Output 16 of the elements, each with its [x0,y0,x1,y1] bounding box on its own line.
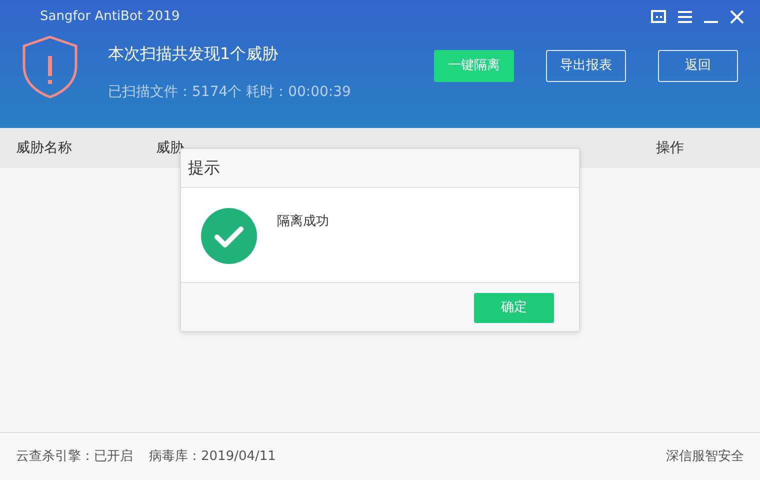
close-icon[interactable] [728,8,746,26]
scan-details: 已扫描文件：5174个 耗时：00:00:39 [108,83,351,102]
window-title: Sangfor AntiBot 2019 [40,8,180,26]
cloud-engine-status: 云查杀引擎：已开启 [16,448,133,466]
brand-text: 深信服智安全 [666,448,744,466]
dialog-title: 提示 [188,157,220,179]
menu-icon[interactable] [676,8,694,26]
action-button[interactable]: 导出报表 [546,50,626,82]
shield-warning-icon [20,34,80,100]
action-button[interactable]: 返回 [658,50,738,82]
scan-headline: 本次扫描共发现1个威胁 [108,43,280,65]
success-check-icon [201,208,257,264]
virus-db-version: 病毒库：2019/04/11 [149,448,276,466]
column-header: 威胁名称 [16,138,72,158]
dialog-message: 隔离成功 [277,213,329,231]
column-header: 操作 [656,138,684,158]
